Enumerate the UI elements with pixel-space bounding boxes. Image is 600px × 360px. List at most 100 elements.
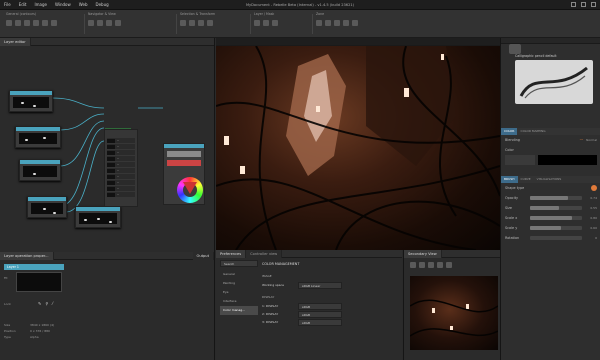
blending-label: Blending xyxy=(505,138,520,142)
fit-icon[interactable] xyxy=(106,20,112,26)
lock-label: Lock xyxy=(4,302,11,306)
node-graph[interactable]: Output -------------------- xyxy=(0,46,215,252)
output-node[interactable]: -- -- -- -- -- -- -- -- -- -- xyxy=(104,129,138,207)
tab-secondary-view[interactable]: Secondary View xyxy=(404,250,442,258)
layer-node-4[interactable] xyxy=(27,196,67,218)
transform-icon[interactable] xyxy=(207,20,213,26)
toolbar-group-navigator: Navigator & View xyxy=(88,12,121,36)
guide-icon[interactable] xyxy=(352,20,358,26)
working-space-select[interactable]: sRGB Linear xyxy=(298,281,342,289)
blend-mode-value[interactable]: Normal xyxy=(586,138,597,142)
opacity-slider[interactable] xyxy=(530,196,582,200)
tab-layer-operation[interactable]: Layer operation proper... xyxy=(0,252,54,260)
section-title: COLOR MANAGEMENT xyxy=(262,262,300,266)
blend-curve-icon: ⌒ xyxy=(579,138,584,143)
symmetry-icon[interactable] xyxy=(334,20,340,26)
rotation-slider[interactable] xyxy=(530,236,582,240)
mask-icon[interactable] xyxy=(263,20,269,26)
rotate-icon[interactable] xyxy=(97,20,103,26)
grid-icon[interactable] xyxy=(325,20,331,26)
zoom-in-icon[interactable] xyxy=(410,262,416,268)
size-slider[interactable] xyxy=(530,206,582,210)
window-controls xyxy=(566,2,596,8)
subsection-image: IMAGE xyxy=(262,274,272,278)
smudge-icon[interactable] xyxy=(24,20,30,26)
layer-name[interactable]: Layer 1 xyxy=(4,264,64,270)
secondary-view-panel: Secondary View xyxy=(403,250,500,360)
brush-name: Calligraphic pencil default xyxy=(515,54,557,58)
close-icon[interactable] xyxy=(591,2,596,7)
move-icon[interactable] xyxy=(198,20,204,26)
hand-icon[interactable] xyxy=(51,20,57,26)
brush-panel: Calligraphic pencil default COLOR COLOR M… xyxy=(500,38,600,360)
fit-view-icon[interactable] xyxy=(428,262,434,268)
color-swatch-primary[interactable] xyxy=(538,155,597,165)
tab-visualisations[interactable]: VISUALISATIONS xyxy=(534,176,565,183)
menu-image[interactable]: Image xyxy=(34,0,47,10)
eraser-icon[interactable] xyxy=(15,20,21,26)
menu-edit[interactable]: Edit xyxy=(19,0,27,10)
layer-icon[interactable] xyxy=(254,20,260,26)
preferences-search-input[interactable]: Search xyxy=(220,260,258,267)
lasso-icon[interactable] xyxy=(189,20,195,26)
flip-view-icon[interactable] xyxy=(446,262,452,268)
flip-icon[interactable] xyxy=(115,20,121,26)
scale-y-slider[interactable] xyxy=(530,226,582,230)
sidebar-item-eye[interactable]: Eye xyxy=(220,288,258,297)
picker-icon[interactable] xyxy=(42,20,48,26)
select-icon[interactable] xyxy=(180,20,186,26)
layer-thumbnail[interactable] xyxy=(16,272,62,292)
color-triangle[interactable] xyxy=(183,182,197,194)
toolbar-group-layer: Layer / Mask xyxy=(254,12,278,36)
secondary-toolbar xyxy=(410,262,452,268)
preferences-sidebar: Search General Painting Eye Interface Co… xyxy=(220,260,258,315)
sidebar-item-general[interactable]: General xyxy=(220,270,258,279)
sidebar-item-interface[interactable]: Interface xyxy=(220,297,258,306)
color-node[interactable] xyxy=(163,143,205,205)
shape-type-icon[interactable] xyxy=(591,185,597,191)
brush-preview xyxy=(515,60,593,104)
zone-icon[interactable] xyxy=(316,20,322,26)
brush-icon[interactable] xyxy=(6,20,12,26)
menu-web[interactable]: Web xyxy=(79,0,88,10)
secondary-preview[interactable] xyxy=(409,276,499,350)
layer-node-3[interactable] xyxy=(19,159,61,181)
tab-preferences[interactable]: Preferences xyxy=(216,250,247,258)
pen-icon[interactable]: ✎ xyxy=(38,301,41,306)
menu-debug[interactable]: Debug xyxy=(96,0,109,10)
sidebar-item-color-management[interactable]: Color manag... xyxy=(220,306,258,315)
tab-controller-view[interactable]: Controller view xyxy=(246,250,283,258)
brush-tool-icon[interactable]: ⁄ xyxy=(52,301,53,306)
layer-node-2[interactable] xyxy=(15,126,61,148)
brush-stroke-preview xyxy=(519,66,588,99)
zoom-icon[interactable] xyxy=(88,20,94,26)
tab-curve[interactable]: CURVE xyxy=(518,176,534,183)
brush-preset-icon[interactable] xyxy=(509,44,521,54)
ruler-icon[interactable] xyxy=(343,20,349,26)
tab-color-mapping[interactable]: COLOR MAPPING xyxy=(517,128,548,135)
merge-icon[interactable] xyxy=(272,20,278,26)
layer-node-5[interactable] xyxy=(75,206,121,228)
display-3-select[interactable]: sRGB xyxy=(298,318,342,326)
tab-output[interactable]: Output xyxy=(192,252,214,260)
toolbar-group-general: General (contours) xyxy=(6,12,57,36)
toolbar: General (contours) Navigator & View Sele… xyxy=(0,10,600,38)
display-1-select[interactable]: sRGB xyxy=(298,302,342,310)
maximize-icon[interactable] xyxy=(581,2,586,7)
rotate-view-icon[interactable] xyxy=(437,262,443,268)
tab-color[interactable]: COLOR xyxy=(501,128,518,135)
display-2-select[interactable]: sRGB xyxy=(298,310,342,318)
sidebar-item-painting[interactable]: Painting xyxy=(220,279,258,288)
layer-node-1[interactable] xyxy=(9,90,53,112)
zoom-out-icon[interactable] xyxy=(419,262,425,268)
minimize-icon[interactable] xyxy=(571,2,576,7)
canvas-image[interactable] xyxy=(216,46,500,250)
menu-window[interactable]: Window xyxy=(55,0,71,10)
fill-icon[interactable] xyxy=(33,20,39,26)
link-icon[interactable]: ⚲ xyxy=(45,301,48,306)
tab-brush[interactable]: BRUSH xyxy=(501,176,518,183)
menu-file[interactable]: File xyxy=(4,0,11,10)
tab-layer-editor[interactable]: Layer editor xyxy=(0,38,31,46)
scale-x-slider[interactable] xyxy=(530,216,582,220)
color-swatch-secondary[interactable] xyxy=(505,155,535,165)
